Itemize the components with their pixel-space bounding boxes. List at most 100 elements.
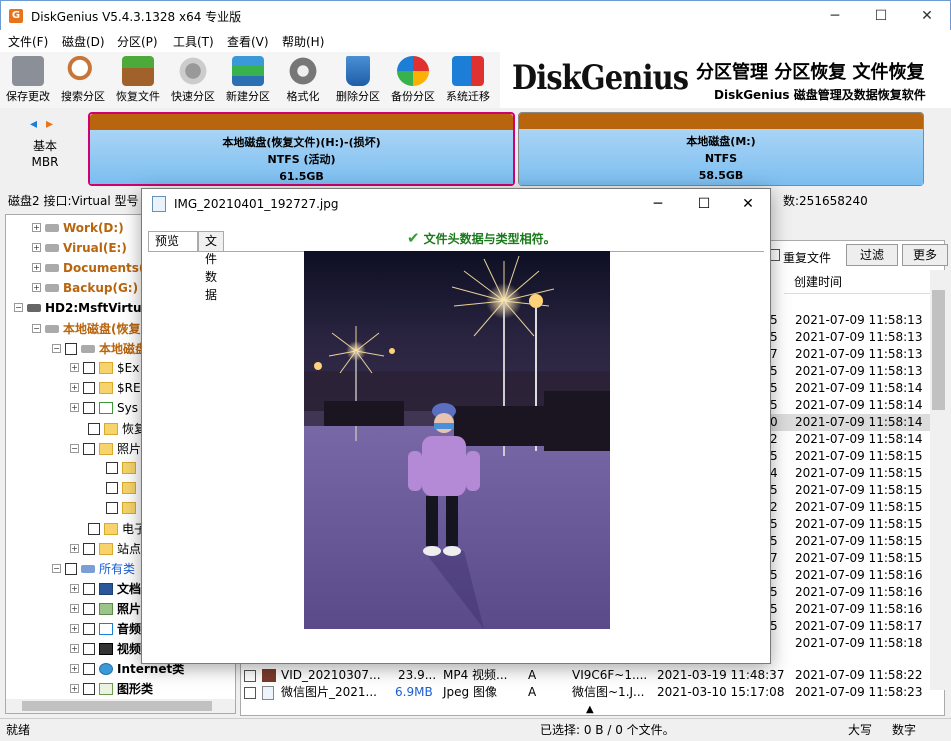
row-checkbox[interactable]: [244, 687, 256, 699]
recover-files-button[interactable]: 恢复文件: [111, 56, 165, 106]
table-row[interactable]: 7 2021-07-09 11:58:15: [770, 550, 930, 567]
tree-item[interactable]: 电子: [84, 520, 146, 540]
tree-checkbox[interactable]: [83, 642, 95, 655]
table-row[interactable]: 5 2021-07-09 11:58:15: [770, 533, 930, 550]
new-partition-button[interactable]: 新建分区: [221, 56, 275, 106]
column-header-created[interactable]: 创建时间: [784, 270, 930, 294]
tree-item[interactable]: − 本地磁盘: [52, 340, 147, 360]
tree-checkbox[interactable]: [83, 582, 95, 595]
tree-checkbox[interactable]: [106, 461, 118, 474]
dialog-minimize-button[interactable]: ─: [635, 189, 681, 219]
minimize-button[interactable]: ─: [812, 1, 858, 31]
tree-item[interactable]: [102, 500, 140, 520]
tree-item[interactable]: + 站点: [70, 540, 141, 560]
tree-item[interactable]: + 视频: [70, 640, 141, 660]
tree-item[interactable]: [102, 460, 140, 480]
tree-item[interactable]: + Backup(G:): [32, 280, 138, 300]
tree-checkbox[interactable]: [88, 422, 100, 435]
tree-item[interactable]: − 照片: [70, 440, 141, 460]
tree-item[interactable]: + Sys: [70, 400, 138, 420]
table-row[interactable]: 7 2021-07-09 11:58:13: [770, 346, 930, 363]
maximize-button[interactable]: ☐: [858, 1, 904, 31]
table-row[interactable]: 5 2021-07-09 11:58:15: [770, 482, 930, 499]
dialog-maximize-button[interactable]: ☐: [681, 189, 727, 219]
menu-file[interactable]: 文件(F): [8, 33, 48, 50]
tree-item[interactable]: + 照片: [70, 600, 141, 620]
tree-item[interactable]: − HD2:MsftVirtua: [14, 300, 150, 320]
tree-item[interactable]: 恢复: [84, 420, 146, 440]
table-row[interactable]: 5 2021-07-09 11:58:14: [770, 397, 930, 414]
tree-item[interactable]: + 文档: [70, 580, 141, 600]
tree-checkbox[interactable]: [106, 501, 118, 514]
system-migration-button[interactable]: 系统迁移: [441, 56, 495, 106]
tab-preview[interactable]: 预览: [148, 231, 198, 251]
tree-checkbox[interactable]: [83, 361, 95, 374]
table-row[interactable]: 5 2021-07-09 11:58:13: [770, 363, 930, 380]
menu-tools[interactable]: 工具(T): [173, 33, 214, 50]
quick-partition-button[interactable]: 快速分区: [166, 56, 220, 106]
table-row[interactable]: 0 2021-07-09 11:58:14: [770, 414, 930, 431]
tree-item[interactable]: [102, 480, 140, 500]
tree-checkbox[interactable]: [88, 522, 100, 535]
tree-checkbox[interactable]: [83, 542, 95, 555]
menu-help[interactable]: 帮助(H): [282, 33, 324, 50]
tree-item[interactable]: + Work(D:): [32, 220, 124, 240]
table-row[interactable]: 5 2021-07-09 11:58:16: [770, 601, 930, 618]
tree-item[interactable]: − 本地磁盘(恢复: [32, 320, 141, 340]
table-row[interactable]: 5 2021-07-09 11:58:15: [770, 448, 930, 465]
table-row[interactable]: 2 2021-07-09 11:58:14: [770, 431, 930, 448]
tree-item[interactable]: + $RE: [70, 380, 141, 400]
dialog-close-button[interactable]: ✕: [725, 189, 771, 219]
tree-item[interactable]: − 所有类: [52, 560, 135, 580]
table-row[interactable]: 4 2021-07-09 11:58:15: [770, 465, 930, 482]
file-list-scrollbar[interactable]: [930, 270, 947, 690]
menu-view[interactable]: 查看(V): [227, 33, 269, 50]
delete-partition-button[interactable]: 删除分区: [331, 56, 385, 106]
tree-checkbox[interactable]: [83, 381, 95, 394]
row-checkbox[interactable]: [244, 670, 256, 682]
tree-item[interactable]: + 音频: [70, 620, 141, 640]
tree-checkbox[interactable]: [83, 401, 95, 414]
tree-checkbox[interactable]: [65, 562, 77, 575]
table-row[interactable]: 5 2021-07-09 11:58:13: [770, 329, 930, 346]
table-row[interactable]: VID_20210307... 23.9... MP4 视频... A VI9C…: [242, 667, 930, 684]
next-disk-arrow-icon[interactable]: ▸: [46, 116, 53, 132]
tree-checkbox[interactable]: [106, 481, 118, 494]
menu-disk[interactable]: 磁盘(D): [62, 33, 105, 50]
table-row[interactable]: 5 2021-07-09 11:58:13: [770, 312, 930, 329]
table-row[interactable]: 5 2021-07-09 11:58:16: [770, 584, 930, 601]
table-row[interactable]: 2021-07-09 11:58:18: [770, 635, 930, 652]
tree-scrollbar[interactable]: [6, 699, 235, 713]
table-row[interactable]: 5 2021-07-09 11:58:14: [770, 380, 930, 397]
table-row[interactable]: 5 2021-07-09 11:58:17: [770, 618, 930, 635]
prev-disk-arrow-icon[interactable]: ◂: [30, 116, 37, 132]
tree-checkbox[interactable]: [83, 622, 95, 635]
tab-file-data[interactable]: 文件数据: [198, 231, 225, 302]
tree-checkbox[interactable]: [83, 662, 95, 675]
table-row[interactable]: 微信图片_2021... 6.9MB Jpeg 图像 A 微信图~1.J... …: [242, 684, 930, 701]
dup-files-checkbox[interactable]: [770, 249, 780, 261]
table-row[interactable]: 5 2021-07-09 11:58:15: [770, 516, 930, 533]
tree-checkbox[interactable]: [83, 442, 95, 455]
tree-item[interactable]: + $Ex: [70, 360, 139, 380]
backup-partition-button[interactable]: 备份分区: [386, 56, 440, 106]
save-changes-button[interactable]: 保存更改: [1, 56, 55, 106]
filter-button[interactable]: 过滤: [846, 244, 898, 266]
more-button[interactable]: 更多>>: [902, 244, 948, 282]
partition-h[interactable]: 本地磁盘(恢复文件)(H:)-(损坏) NTFS (活动) 61.5GB: [88, 112, 515, 186]
tree-item[interactable]: + Virual(E:): [32, 240, 127, 260]
menu-partition[interactable]: 分区(P): [117, 33, 158, 50]
tree-checkbox[interactable]: [65, 342, 77, 355]
tree-checkbox[interactable]: [83, 602, 95, 615]
table-row[interactable]: 5 2021-07-09 11:58:16: [770, 567, 930, 584]
partition-m[interactable]: 本地磁盘(M:) NTFS 58.5GB: [518, 112, 924, 186]
format-button[interactable]: 格式化: [276, 56, 330, 106]
toolbar: 保存更改 搜索分区 恢复文件 快速分区 新建分区 格式化 删除分区 备份分区 系…: [0, 52, 500, 108]
table-row[interactable]: 2 2021-07-09 11:58:15: [770, 499, 930, 516]
scroll-up-arrow-icon[interactable]: ▲: [586, 704, 594, 715]
tree-item[interactable]: + Documents(: [32, 260, 144, 280]
search-partition-button[interactable]: 搜索分区: [56, 56, 110, 106]
tree-item[interactable]: + 图形类: [70, 680, 153, 700]
tree-checkbox[interactable]: [83, 682, 95, 695]
close-button[interactable]: ✕: [904, 1, 950, 31]
